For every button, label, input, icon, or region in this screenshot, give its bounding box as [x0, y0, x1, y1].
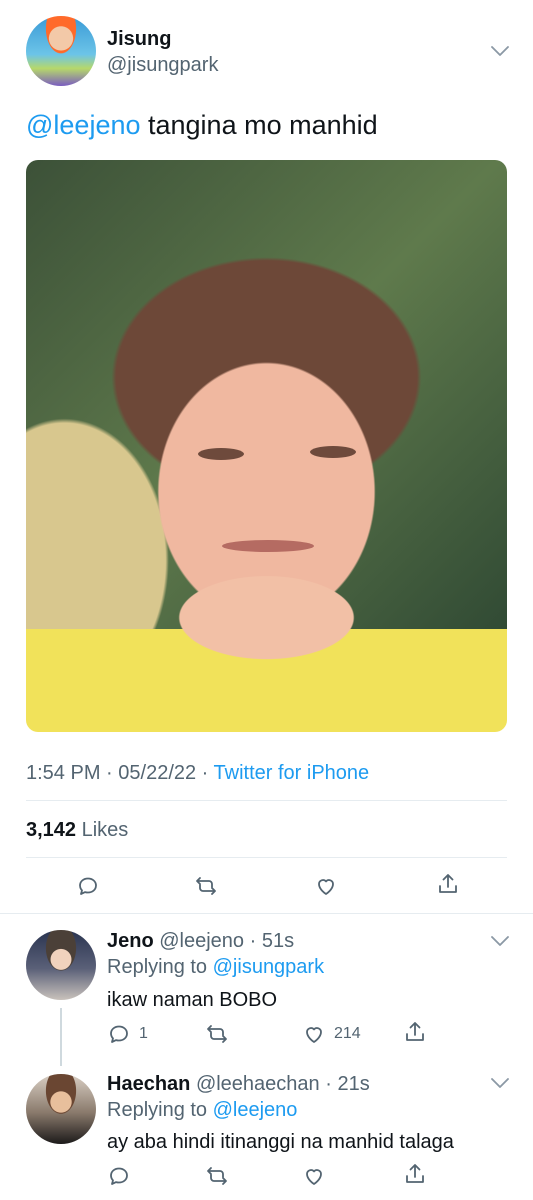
divider [26, 857, 507, 858]
chevron-down-icon[interactable] [489, 934, 511, 948]
mention-link[interactable]: @leejeno [26, 110, 141, 140]
reply-header: Jeno @leejeno · 51s [107, 930, 295, 952]
likes-count: 3,142 [26, 819, 77, 841]
retweet-button[interactable] [205, 1022, 229, 1046]
author-handle[interactable]: @jisungpark [107, 54, 218, 77]
replying-to: Replying to @jisungpark [107, 956, 324, 979]
photo-detail [310, 446, 356, 458]
replying-to: Replying to @leejeno [107, 1099, 297, 1122]
tweet-source[interactable]: Twitter for iPhone [214, 762, 370, 784]
thread-line [60, 1008, 62, 1066]
reply-text: ay aba hindi itinanggi na manhid talaga [107, 1131, 454, 1153]
reply-icon [110, 1025, 128, 1043]
share-icon [406, 1022, 424, 1041]
reply-button[interactable]: 1 [107, 1022, 148, 1046]
mention-link[interactable]: @jisungpark [213, 956, 324, 978]
reply-time: 21s [337, 1073, 370, 1095]
retweet-icon [207, 1167, 227, 1185]
likes-stat[interactable]: 3,142 Likes [26, 819, 128, 842]
share-icon [406, 1164, 424, 1183]
like-icon [306, 1169, 322, 1185]
likes-label: Likes [76, 819, 129, 841]
like-icon [318, 879, 334, 895]
reply-icon [110, 1167, 128, 1185]
retweet-button[interactable] [194, 874, 218, 898]
reply-author-handle[interactable]: @leehaechan [196, 1073, 320, 1095]
reply-count: 1 [139, 1025, 148, 1042]
tweet-body: tangina mo manhid [140, 110, 378, 140]
share-button[interactable] [403, 1020, 427, 1044]
avatar[interactable] [26, 16, 96, 86]
chevron-down-icon[interactable] [489, 1076, 511, 1090]
mention-link[interactable]: @leejeno [213, 1099, 298, 1121]
like-button[interactable] [314, 874, 338, 898]
replying-prefix: Replying to [107, 956, 213, 978]
reply-time: 51s [261, 930, 295, 952]
replying-prefix: Replying to [107, 1099, 213, 1121]
retweet-icon [196, 877, 216, 895]
reply-header: Haechan @leehaechan · 21s [107, 1073, 370, 1095]
reply-button[interactable] [107, 1164, 131, 1188]
reply-icon [79, 877, 97, 895]
share-icon [439, 874, 457, 893]
divider [26, 800, 507, 801]
photo-detail [198, 448, 244, 460]
author-name[interactable]: Jisung [107, 28, 171, 51]
share-button[interactable] [436, 872, 460, 896]
retweet-icon [207, 1025, 227, 1043]
tweet-date: 05/22/22 [118, 762, 197, 784]
reply-text: ikaw naman BOBO [107, 989, 278, 1011]
retweet-button[interactable] [205, 1164, 229, 1188]
chevron-down-icon[interactable] [489, 44, 511, 58]
tweet-text: @leejeno tangina mo manhid [26, 110, 378, 141]
tweet-time: 1:54 PM [26, 762, 101, 784]
reply-author-name[interactable]: Haechan [107, 1073, 190, 1095]
tweet-meta: 1:54 PM · 05/22/22 · Twitter for iPhone [26, 762, 370, 784]
avatar[interactable] [26, 1074, 96, 1144]
tweet-photo[interactable] [26, 160, 507, 732]
reply-button[interactable] [76, 874, 100, 898]
reply-author-handle[interactable]: @leejeno [159, 930, 244, 952]
like-button[interactable] [302, 1164, 326, 1188]
like-button[interactable]: 214 [302, 1022, 361, 1046]
like-icon [306, 1027, 322, 1043]
reply-author-name[interactable]: Jeno [107, 930, 154, 952]
like-count: 214 [334, 1025, 361, 1042]
avatar[interactable] [26, 930, 96, 1000]
photo-detail [222, 540, 314, 552]
divider [0, 913, 533, 914]
share-button[interactable] [403, 1162, 427, 1186]
